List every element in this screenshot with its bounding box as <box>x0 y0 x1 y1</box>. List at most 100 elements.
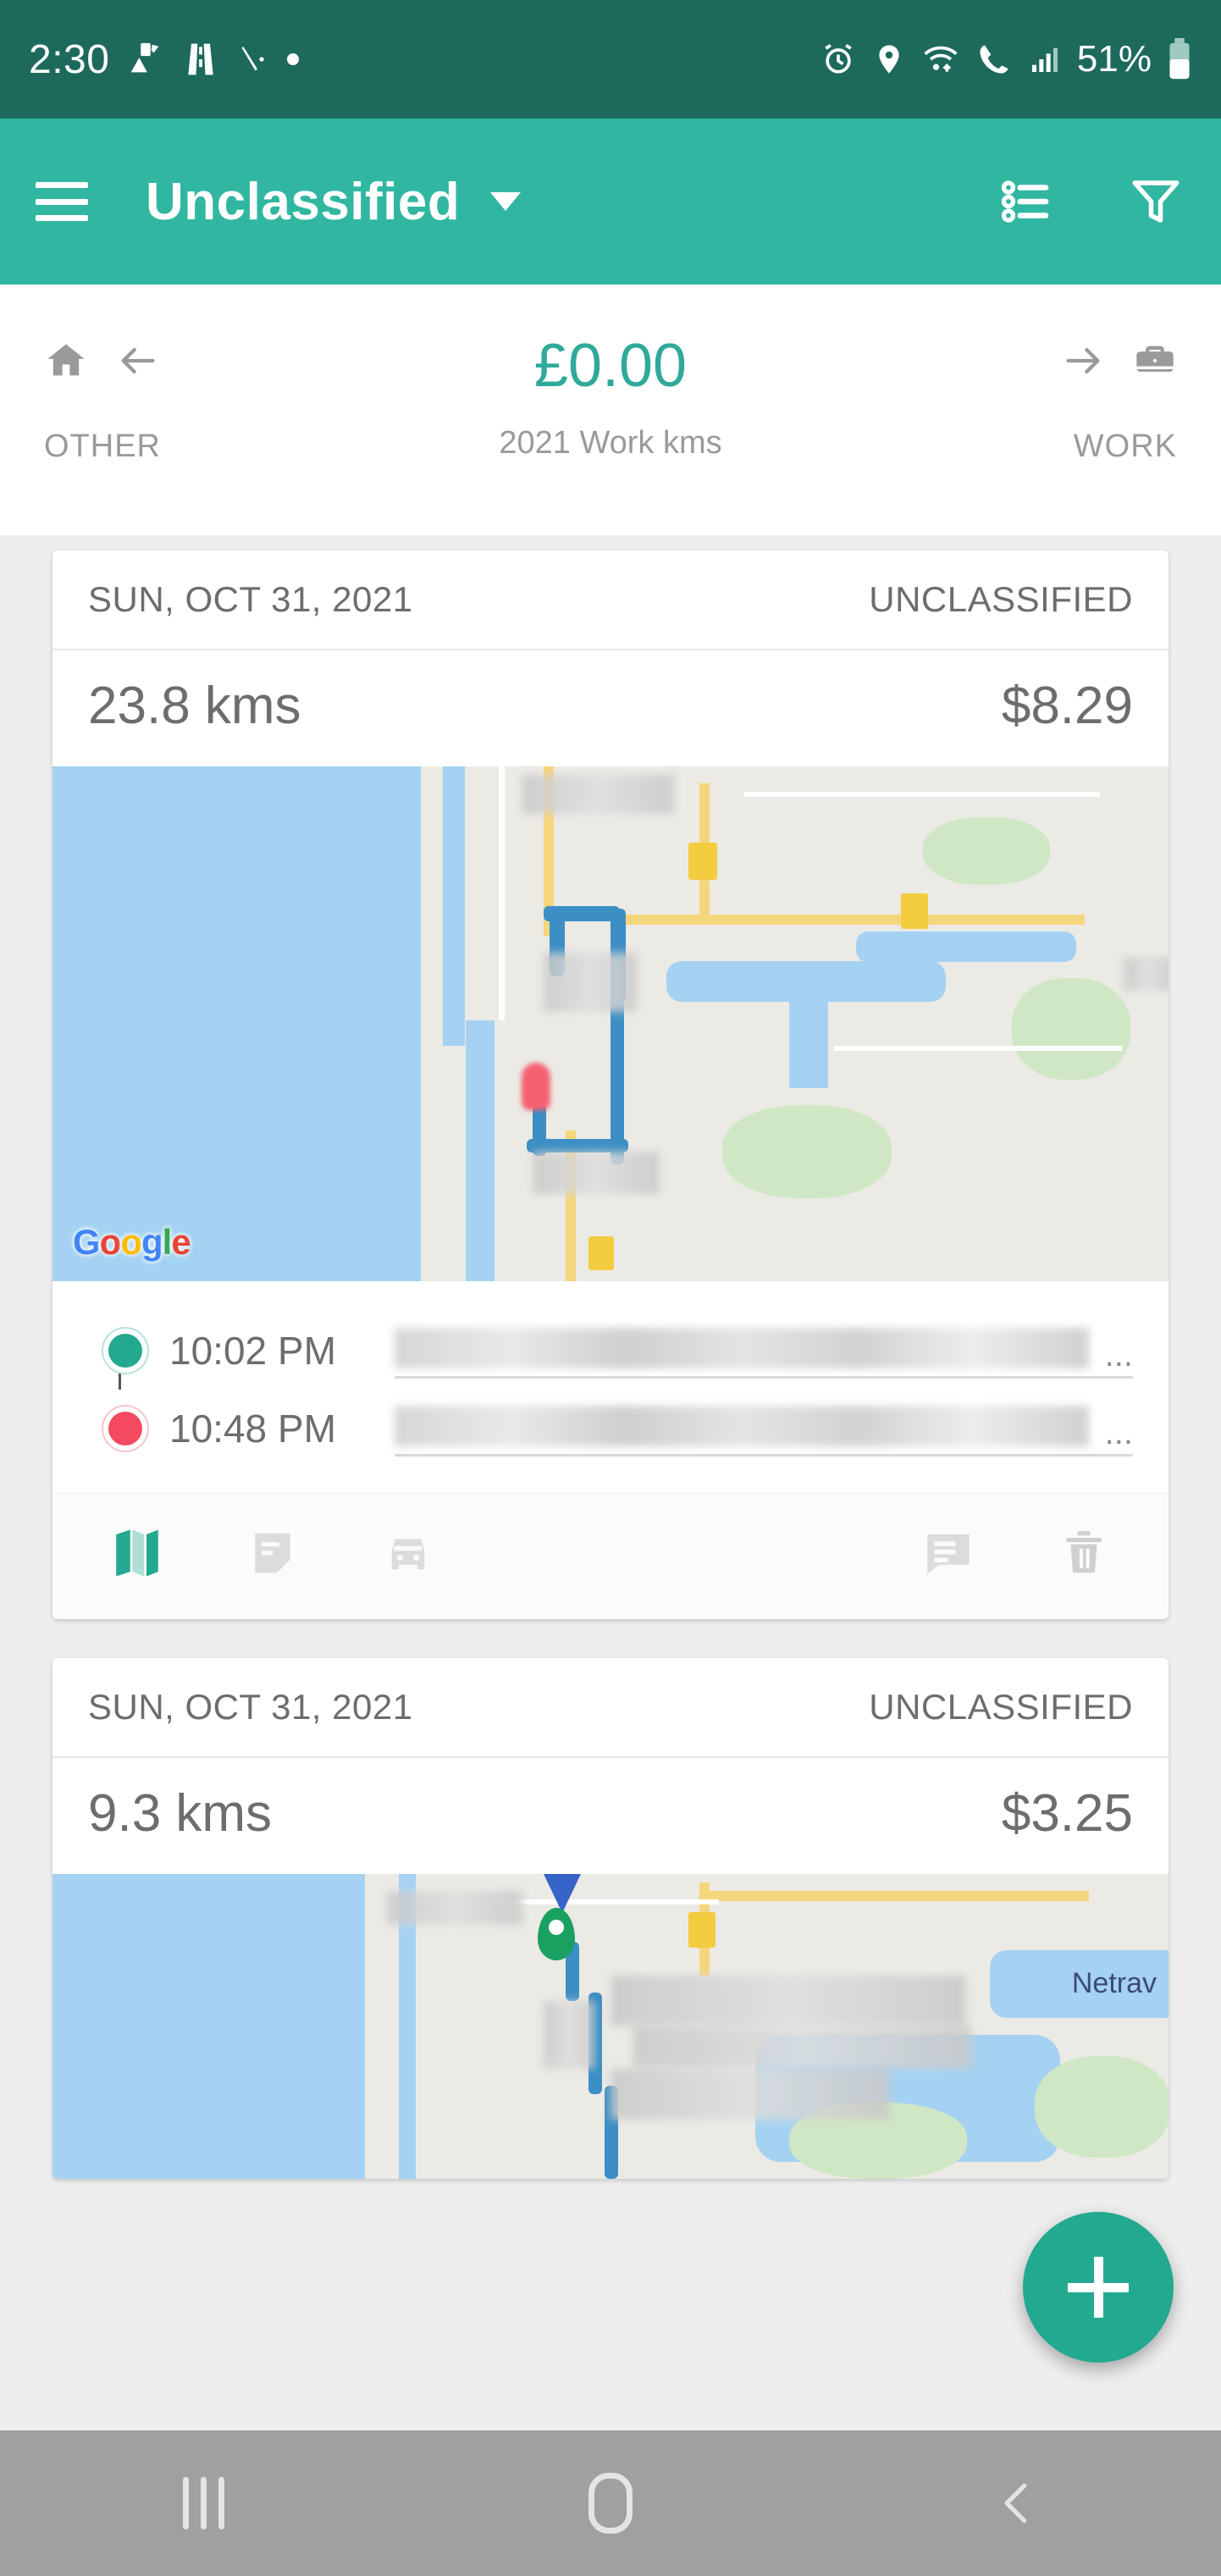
trip-distance: 23.8 kms <box>88 677 301 735</box>
map-poi <box>688 843 718 880</box>
home-icon[interactable] <box>44 339 88 387</box>
map-green-area <box>721 1105 892 1198</box>
map-green-area <box>1012 978 1131 1080</box>
summary-work-icons <box>1058 335 1177 390</box>
signal-icon <box>1028 41 1062 78</box>
trip-date: SUN, OCT 31, 2021 <box>88 579 413 619</box>
map-blurred-label <box>521 775 674 814</box>
app-bar-actions <box>997 172 1185 231</box>
start-address-ellipsis: ... <box>1104 1336 1133 1374</box>
map-blurred-label <box>387 1891 523 1925</box>
android-nav-bar <box>0 2430 1221 2576</box>
status-time: 2:30 <box>29 36 110 82</box>
map-river <box>788 978 828 1088</box>
map-poi <box>900 893 928 929</box>
trip-card-header: SUN, OCT 31, 2021 UNCLASSIFIED <box>52 550 1169 650</box>
map-road <box>499 766 506 1020</box>
summary-header: OTHER £0.00 2021 Work kms WORK <box>0 285 1221 535</box>
location-icon <box>872 41 906 78</box>
map-water <box>52 766 466 1281</box>
map-route <box>543 906 620 921</box>
trip-start-time: 10:02 PM <box>169 1329 336 1373</box>
note-icon[interactable] <box>235 1516 310 1590</box>
call-wifi-icon <box>975 41 1013 78</box>
fuel-wrench-icon <box>126 40 165 79</box>
map-river <box>465 1020 494 1281</box>
trip-status[interactable]: UNCLASSIFIED <box>869 579 1133 620</box>
map-blurred-label <box>532 1152 660 1194</box>
map-green-area <box>1034 2056 1169 2158</box>
add-trip-fab[interactable] <box>1023 2212 1174 2363</box>
trip-card-stats: 23.8 kms $8.29 <box>52 650 1169 766</box>
summary-subtitle: 2021 Work kms <box>499 425 722 461</box>
start-dot-wrap <box>100 1334 151 1368</box>
phone-screen: 2:30 51% Unclassified OTHER £0.00 2021 W… <box>0 0 1221 2576</box>
summary-work[interactable]: WORK <box>923 335 1177 465</box>
battery-icon <box>1167 38 1192 80</box>
map-blurred-label <box>1124 957 1169 991</box>
timeline-start-row: 10:02 PM ... <box>100 1312 1133 1390</box>
trip-status[interactable]: UNCLASSIFIED <box>869 1687 1133 1727</box>
map-river <box>855 931 1076 962</box>
status-bar-left: 2:30 <box>29 36 300 83</box>
hamburger-menu-icon[interactable] <box>36 182 88 221</box>
app-bar-title[interactable]: Unclassified <box>146 172 460 232</box>
trip-timeline: 10:02 PM ... 10:48 PM ... <box>52 1281 1169 1493</box>
map-direction-marker <box>543 1874 581 1913</box>
road-icon <box>182 41 219 78</box>
arrow-left-icon[interactable] <box>113 339 163 387</box>
comment-icon[interactable] <box>911 1516 986 1590</box>
arrow-right-icon[interactable] <box>1058 339 1108 387</box>
trip-end-time: 10:48 PM <box>169 1407 336 1451</box>
summary-other-icons <box>44 335 163 390</box>
trip-distance: 9.3 kms <box>88 1784 273 1843</box>
end-dot-wrap <box>100 1412 151 1446</box>
funnel-filter-icon[interactable] <box>1126 172 1185 231</box>
trip-action-bar <box>52 1493 1169 1619</box>
trash-icon[interactable] <box>1047 1516 1121 1590</box>
app-bar: Unclassified <box>0 119 1221 285</box>
map-river <box>443 766 466 1046</box>
summary-other-label: OTHER <box>44 428 161 464</box>
end-address-redacted <box>395 1406 1089 1446</box>
trip-card[interactable]: SUN, OCT 31, 2021 UNCLASSIFIED 23.8 kms … <box>52 550 1169 1619</box>
trip-start-address[interactable]: ... <box>395 1323 1133 1379</box>
tools-icon <box>236 41 270 78</box>
end-dot-icon <box>108 1412 142 1446</box>
map-road <box>499 1899 720 1904</box>
alarm-icon <box>820 41 857 78</box>
map-blurred-label <box>610 2069 890 2120</box>
timeline-end-row: 10:48 PM ... <box>100 1390 1133 1468</box>
car-icon[interactable] <box>371 1516 445 1590</box>
trip-card-stats: 9.3 kms $3.25 <box>52 1758 1169 1874</box>
map-water <box>52 1874 399 2179</box>
map-highway <box>699 1891 1090 1901</box>
battery-percent: 51% <box>1076 38 1152 80</box>
map-icon[interactable] <box>100 1516 174 1590</box>
home-button[interactable] <box>560 2465 661 2541</box>
map-blurred-label <box>543 953 637 1012</box>
map-start-marker <box>521 1063 550 1110</box>
chevron-down-icon[interactable] <box>490 192 522 211</box>
map-route <box>527 1139 629 1153</box>
briefcase-icon[interactable] <box>1133 339 1177 387</box>
end-address-ellipsis: ... <box>1104 1414 1133 1451</box>
trip-card[interactable]: SUN, OCT 31, 2021 UNCLASSIFIED 9.3 kms $… <box>52 1658 1169 2179</box>
summary-other[interactable]: OTHER <box>44 335 298 465</box>
trip-card-header: SUN, OCT 31, 2021 UNCLASSIFIED <box>52 1658 1169 1758</box>
map-town-label: Netrav <box>1071 1967 1157 1999</box>
trip-end-address[interactable]: ... <box>395 1401 1133 1457</box>
map-blurred-label <box>543 2001 594 2069</box>
trip-map[interactable]: Netrav <box>52 1874 1169 2179</box>
back-button[interactable] <box>967 2465 1069 2541</box>
bulleted-list-icon[interactable] <box>997 172 1057 231</box>
plus-icon-vertical <box>1093 2257 1103 2318</box>
trip-cost: $3.25 <box>1001 1784 1133 1843</box>
recents-button[interactable] <box>152 2465 254 2541</box>
trip-map[interactable]: Google <box>52 766 1169 1281</box>
wifi-icon <box>921 41 960 78</box>
home-square-icon <box>588 2473 633 2534</box>
summary-center: £0.00 2021 Work kms <box>298 335 923 462</box>
trip-list[interactable]: SUN, OCT 31, 2021 UNCLASSIFIED 23.8 kms … <box>0 535 1221 2430</box>
map-green-area <box>923 817 1051 885</box>
